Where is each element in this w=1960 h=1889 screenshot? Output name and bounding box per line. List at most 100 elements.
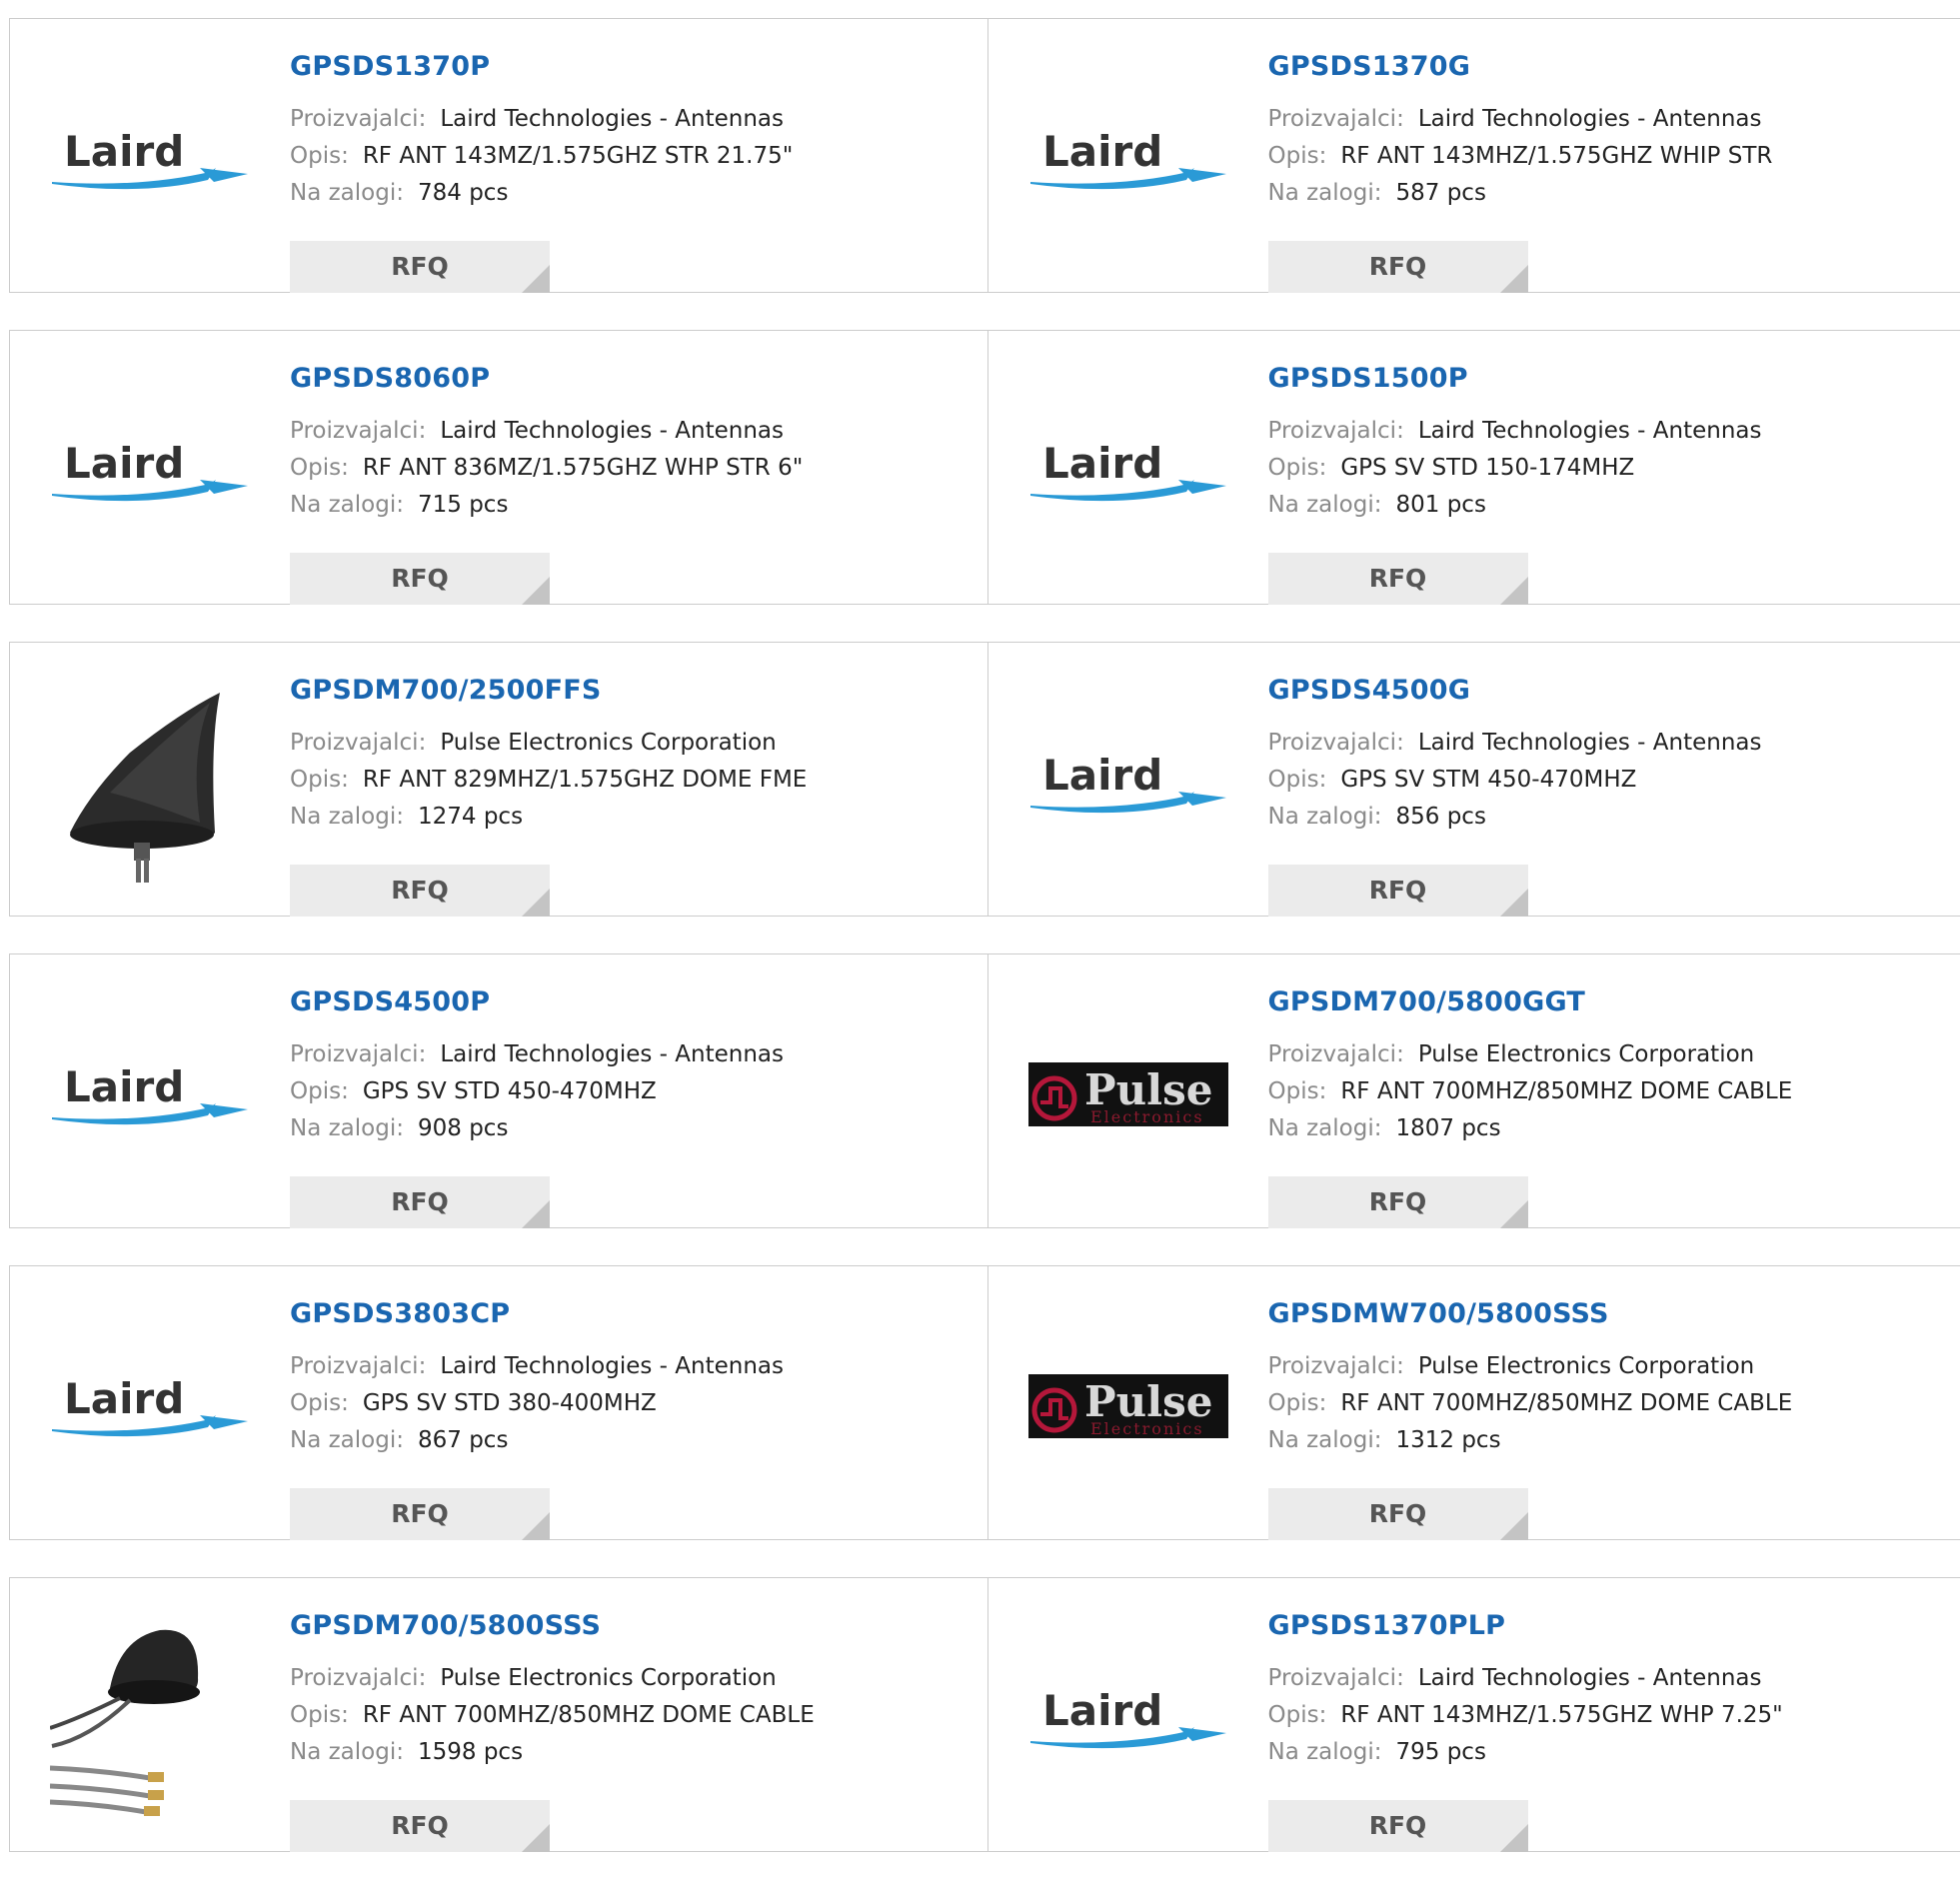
rfq-label: RFQ <box>1369 876 1427 905</box>
manufacturer-label: Proizvajalci: <box>290 1041 426 1067</box>
rfq-button[interactable]: RFQ <box>290 241 550 293</box>
stock-line: Na zalogi:801 pcs <box>1268 487 1951 524</box>
corner-triangle-icon <box>522 889 550 917</box>
stock-value: 801 pcs <box>1395 492 1485 518</box>
stock-value: 1807 pcs <box>1395 1115 1500 1141</box>
description-value: RF ANT 829MHZ/1.575GHZ DOME FME <box>363 767 808 793</box>
description-label: Opis: <box>290 767 349 793</box>
part-number-link[interactable]: GPSDS8060P <box>290 359 978 399</box>
product-card: Laird GPSDS1370PLPProizvajalci:Laird Tec… <box>987 1578 1960 1851</box>
manufacturer-value: Pulse Electronics Corporation <box>1418 1353 1754 1379</box>
description-line: Opis:GPS SV STD 380-400MHZ <box>290 1385 978 1422</box>
product-row: GPSDM700/5800SSS Proizvajalci: Pulse Elect… <box>9 1577 1960 1852</box>
description-line: Opis:RF ANT 700MHZ/850MHZ DOME CABLE <box>290 1697 978 1734</box>
rfq-button[interactable]: RFQ <box>290 553 550 605</box>
rfq-button[interactable]: RFQ <box>1268 865 1528 917</box>
description-value: RF ANT 700MHZ/850MHZ DOME CABLE <box>1340 1390 1792 1416</box>
part-number-link[interactable]: GPSDS1500P <box>1268 359 1951 399</box>
manufacturer-line: Proizvajalci:Laird Technologies - Antenn… <box>1268 101 1951 138</box>
stock-value: 784 pcs <box>418 180 508 206</box>
product-card: Laird GPSDS1370PProizvajalci:Laird Techn… <box>10 19 987 292</box>
product-info: GPSDS4500GProizvajalci:Laird Technologie… <box>1268 671 1951 836</box>
description-value: GPS SV STD 380-400MHZ <box>363 1390 657 1416</box>
rfq-button[interactable]: RFQ <box>1268 1800 1528 1852</box>
corner-triangle-icon <box>1500 577 1528 605</box>
manufacturer-line: Proizvajalci:Pulse Electronics Corporati… <box>290 725 978 762</box>
stock-value: 856 pcs <box>1395 804 1485 830</box>
svg-text:Laird: Laird <box>64 439 184 488</box>
description-line: Opis:GPS SV STD 150-174MHZ <box>1268 450 1951 487</box>
stock-label: Na zalogi: <box>290 180 404 206</box>
rfq-label: RFQ <box>391 252 449 281</box>
part-number-link[interactable]: GPSDMW700/5800SSS <box>1268 1294 1951 1334</box>
laird-logo: Laird <box>1028 124 1228 194</box>
svg-text:Electronics: Electronics <box>1090 1107 1204 1126</box>
part-number-link[interactable]: GPSDS1370G <box>1268 47 1951 87</box>
rfq-label: RFQ <box>1369 1187 1427 1216</box>
product-image[interactable]: Laird <box>50 994 250 1194</box>
laird-logo: Laird <box>50 1059 250 1129</box>
rfq-button[interactable]: RFQ <box>290 1800 550 1852</box>
part-number-link[interactable]: GPSDS1370PLP <box>1268 1606 1951 1646</box>
stock-line: Na zalogi:587 pcs <box>1268 175 1951 212</box>
product-image[interactable]: Laird <box>50 1306 250 1506</box>
manufacturer-label: Proizvajalci: <box>1268 1665 1404 1691</box>
rfq-button[interactable]: RFQ <box>1268 241 1528 293</box>
rfq-button[interactable]: RFQ <box>290 1488 550 1540</box>
laird-logo: Laird <box>1028 1683 1228 1753</box>
description-value: RF ANT 700MHZ/850MHZ DOME CABLE <box>1340 1078 1792 1104</box>
description-value: RF ANT 143MZ/1.575GHZ STR 21.75" <box>363 143 793 169</box>
description-value: GPS SV STD 150-174MHZ <box>1340 455 1634 481</box>
corner-triangle-icon <box>1500 1512 1528 1540</box>
manufacturer-line: Proizvajalci: Laird Technologies - Antenn… <box>290 1036 978 1073</box>
rfq-button[interactable]: RFQ <box>290 865 550 917</box>
description-line: Opis:GPS SV STM 450-470MHZ <box>1268 762 1951 799</box>
laird-logo: Laird <box>50 124 250 194</box>
stock-line: Na zalogi:715 pcs <box>290 487 978 524</box>
product-image[interactable]: Pulse Electronics <box>1028 1306 1228 1506</box>
part-number-link[interactable]: GPSDM700/5800GGT <box>1268 982 1951 1022</box>
rfq-label: RFQ <box>391 1811 449 1840</box>
stock-label: Na zalogi: <box>1268 1427 1382 1453</box>
product-image[interactable]: Laird <box>1028 371 1228 571</box>
product-row: Laird GPSDS8060PProizvajalci:Laird Techn… <box>9 330 1960 605</box>
product-image[interactable]: Laird <box>50 59 250 259</box>
manufacturer-value: Pulse Electronics Corporation <box>1418 1041 1754 1067</box>
part-number-link[interactable]: GPSDS4500P <box>290 982 978 1022</box>
product-image[interactable]: Laird <box>1028 1618 1228 1818</box>
rfq-button[interactable]: RFQ <box>1268 1176 1528 1228</box>
part-number-link[interactable]: GPSDS4500G <box>1268 671 1951 711</box>
product-card: Laird GPSDS4500GProizvajalci:Laird Techn… <box>987 643 1960 916</box>
product-info: GPSDM700/5800GGT Proizvajalci:Pulse Elect… <box>1268 982 1951 1147</box>
manufacturer-value: Pulse Electronics Corporation <box>440 730 776 756</box>
svg-text:Laird: Laird <box>64 127 184 176</box>
product-info: GPSDS1370G Proizvajalci:Laird Technologie… <box>1268 47 1951 212</box>
product-image[interactable]: Laird <box>50 371 250 571</box>
manufacturer-label: Proizvajalci: <box>1268 730 1404 756</box>
product-image[interactable] <box>50 1618 250 1818</box>
product-card: Laird GPSDS3803CPProizvajalci:Laird Tech… <box>10 1266 987 1539</box>
manufacturer-label: Proizvajalci: <box>290 418 426 444</box>
rfq-button[interactable]: RFQ <box>1268 553 1528 605</box>
product-card: GPSDM700/2500FFS Proizvajalci:Pulse Elect… <box>10 643 987 916</box>
product-image[interactable]: Laird <box>1028 683 1228 883</box>
part-number-link[interactable]: GPSDS3803CP <box>290 1294 978 1334</box>
rfq-button[interactable]: RFQ <box>290 1176 550 1228</box>
stock-line: Na zalogi:856 pcs <box>1268 799 1951 836</box>
product-image[interactable]: Laird <box>1028 59 1228 259</box>
product-image[interactable]: Pulse Electronics <box>1028 994 1228 1194</box>
stock-line: Na zalogi:1274 pcs <box>290 799 978 836</box>
description-value: RF ANT 143MHZ/1.575GHZ WHP 7.25" <box>1340 1702 1782 1728</box>
product-image[interactable] <box>50 683 250 883</box>
description-value: RF ANT 143MHZ/1.575GHZ WHIP STR <box>1340 143 1772 169</box>
part-number-link[interactable]: GPSDM700/2500FFS <box>290 671 978 711</box>
stock-value: 715 pcs <box>418 492 508 518</box>
manufacturer-line: Proizvajalci:Pulse Electronics Corporati… <box>1268 1036 1951 1073</box>
rfq-button[interactable]: RFQ <box>1268 1488 1528 1540</box>
manufacturer-value: Pulse Electronics Corporation <box>440 1665 776 1691</box>
part-number-link[interactable]: GPSDM700/5800SSS <box>290 1606 978 1646</box>
manufacturer-value: Laird Technologies - Antennas <box>440 1041 784 1067</box>
part-number-link[interactable]: GPSDS1370P <box>290 47 978 87</box>
svg-text:Laird: Laird <box>64 1062 184 1111</box>
laird-logo: Laird <box>1028 436 1228 506</box>
